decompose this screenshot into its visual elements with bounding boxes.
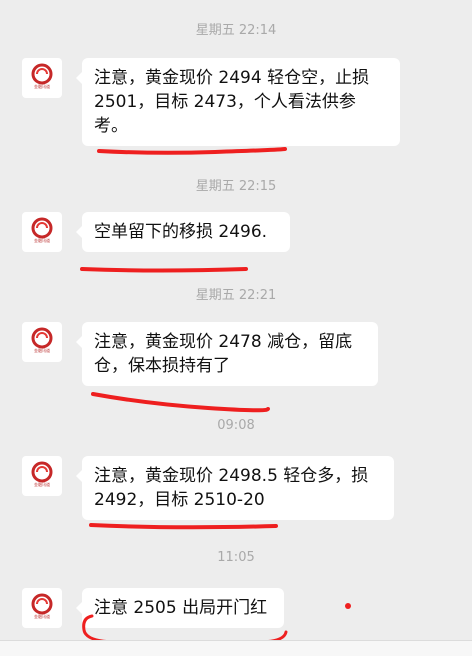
message-text: 注意，黄金现价 2494 轻仓空，止损 2501，目标 2473，个人看法供参考… bbox=[94, 68, 370, 136]
message-bubble[interactable]: 空单留下的移损 2496. bbox=[76, 212, 290, 252]
brand-logo-icon bbox=[31, 63, 53, 85]
message-text: 空单留下的移损 2496. bbox=[94, 222, 268, 242]
red-underline-mark bbox=[89, 523, 278, 530]
brand-logo-icon bbox=[31, 327, 53, 349]
avatar[interactable]: 金融讯道 bbox=[22, 212, 62, 252]
avatar-brand-text: 金融讯道 bbox=[34, 238, 50, 243]
message-text: 注意，黄金现价 2498.5 轻仓多，损 2492，目标 2510-20 bbox=[94, 466, 369, 510]
red-underline-mark bbox=[80, 267, 248, 273]
message-bubble[interactable]: 注意，黄金现价 2494 轻仓空，止损 2501，目标 2473，个人看法供参考… bbox=[76, 58, 400, 146]
avatar-brand-text: 金融讯道 bbox=[34, 348, 50, 353]
avatar[interactable]: 金融讯道 bbox=[22, 456, 62, 496]
avatar[interactable]: 金融讯道 bbox=[22, 58, 62, 98]
brand-logo-icon bbox=[31, 593, 53, 615]
brand-logo-icon bbox=[31, 217, 53, 239]
input-bar[interactable] bbox=[0, 640, 472, 656]
message-text: 注意，黄金现价 2478 减仓，留底仓，保本损持有了 bbox=[94, 332, 353, 376]
avatar[interactable]: 金融讯道 bbox=[22, 322, 62, 362]
red-underline-mark bbox=[91, 392, 270, 413]
timestamp: 11:05 bbox=[217, 550, 255, 565]
timestamp: 星期五 22:21 bbox=[195, 288, 277, 303]
brand-logo-icon bbox=[31, 461, 53, 483]
avatar[interactable]: 金融讯道 bbox=[22, 588, 62, 628]
message-bubble[interactable]: 注意，黄金现价 2498.5 轻仓多，损 2492，目标 2510-20 bbox=[76, 456, 394, 520]
avatar-brand-text: 金融讯道 bbox=[34, 614, 50, 619]
red-underline-mark bbox=[97, 147, 287, 155]
timestamp: 星期五 22:15 bbox=[195, 179, 277, 194]
timestamp: 09:08 bbox=[217, 418, 255, 433]
timestamp: 星期五 22:14 bbox=[195, 23, 277, 38]
avatar-brand-text: 金融讯道 bbox=[34, 84, 50, 89]
message-bubble[interactable]: 注意，黄金现价 2478 减仓，留底仓，保本损持有了 bbox=[76, 322, 378, 386]
avatar-brand-text: 金融讯道 bbox=[34, 482, 50, 487]
red-dot-mark bbox=[345, 603, 351, 609]
